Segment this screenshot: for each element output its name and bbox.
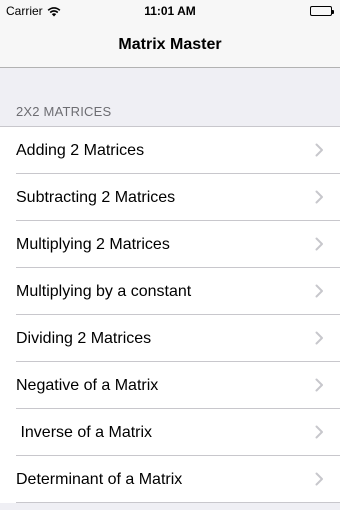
chevron-right-icon	[315, 143, 323, 157]
chevron-right-icon	[315, 331, 323, 345]
list-item-label: Multiplying 2 Matrices	[16, 236, 170, 253]
status-bar: Carrier 11:01 AM	[0, 0, 340, 22]
list-item-inverse[interactable]: Inverse of a Matrix	[0, 409, 340, 456]
battery-icon	[310, 6, 334, 16]
list-item-multiplying-constant[interactable]: Multiplying by a constant	[0, 268, 340, 315]
list-item-label: Adding 2 Matrices	[16, 142, 145, 159]
list-item-label: Negative of a Matrix	[16, 377, 159, 394]
list-item-negative[interactable]: Negative of a Matrix	[0, 362, 340, 409]
section-title: 2X2 MATRICES	[16, 104, 112, 119]
page-title: Matrix Master	[118, 35, 222, 53]
menu-table: Adding 2 Matrices Subtracting 2 Matrices…	[0, 126, 340, 503]
list-item-multiplying[interactable]: Multiplying 2 Matrices	[0, 221, 340, 268]
status-right	[310, 5, 334, 19]
list-item-subtracting[interactable]: Subtracting 2 Matrices	[0, 174, 340, 221]
list-item-label: Dividing 2 Matrices	[16, 330, 152, 347]
list-item-determinant[interactable]: Determinant of a Matrix	[0, 456, 340, 503]
chevron-right-icon	[315, 284, 323, 298]
list-item-label: Subtracting 2 Matrices	[16, 189, 176, 206]
status-time: 11:01 AM	[144, 4, 196, 18]
list-item-dividing[interactable]: Dividing 2 Matrices	[0, 315, 340, 362]
chevron-right-icon	[315, 472, 323, 486]
list-item-label: Inverse of a Matrix	[16, 424, 153, 441]
chevron-right-icon	[315, 190, 323, 204]
chevron-right-icon	[315, 378, 323, 392]
chevron-right-icon	[315, 425, 323, 439]
list-item-label: Multiplying by a constant	[16, 283, 192, 300]
list-item-adding[interactable]: Adding 2 Matrices	[0, 127, 340, 174]
list-item-label: Determinant of a Matrix	[16, 471, 183, 488]
screen: Carrier 11:01 AM Matrix Master 2X2 MATRI…	[0, 0, 340, 510]
chevron-right-icon	[315, 237, 323, 251]
section-header: 2X2 MATRICES	[0, 68, 340, 126]
navigation-bar: Matrix Master	[0, 22, 340, 68]
